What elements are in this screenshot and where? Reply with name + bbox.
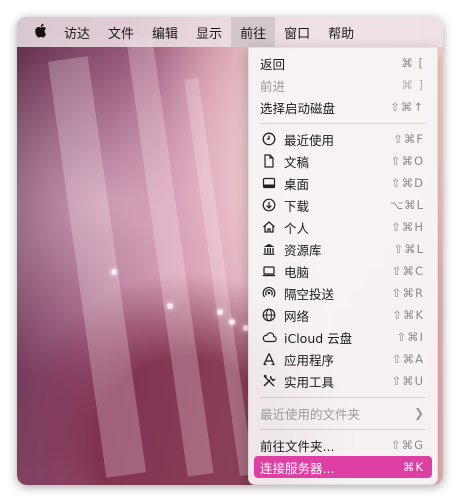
airdrop-icon	[260, 286, 278, 300]
menu-item-shortcut: ⌘ ]	[401, 78, 424, 92]
menu-item-shortcut: ⇧⌘K	[392, 308, 424, 322]
menu-item-select-startup-disk[interactable]: 选择启动磁盘 ⇧⌘↑	[254, 96, 432, 118]
library-icon	[260, 242, 278, 256]
menu-edit[interactable]: 编辑	[143, 17, 187, 47]
menu-item-connect-to-server[interactable]: 连接服务器... ⌘K	[254, 456, 432, 478]
menu-item-shortcut: ⇧⌘U	[391, 374, 424, 388]
menu-item-label: iCloud 云盘	[284, 330, 353, 346]
menu-separator	[260, 123, 426, 124]
menu-item-label: 文稿	[284, 154, 310, 170]
menu-item-label: 连接服务器...	[260, 460, 335, 476]
menu-item-label: 返回	[260, 56, 286, 72]
computer-icon	[260, 264, 278, 278]
menu-item-shortcut: ⇧⌘I	[396, 330, 424, 344]
menu-item-applications[interactable]: 应用程序 ⇧⌘A	[254, 348, 432, 370]
menu-item-documents[interactable]: 文稿 ⇧⌘O	[254, 150, 432, 172]
menu-item-shortcut: ⌘K	[402, 460, 424, 474]
download-icon	[260, 198, 278, 212]
menu-item-label: 选择启动磁盘	[260, 100, 336, 116]
menu-item-label: 实用工具	[284, 374, 335, 390]
menu-item-shortcut: ⇧⌘C	[391, 264, 424, 278]
menu-item-airdrop[interactable]: 隔空投送 ⇧⌘R	[254, 282, 432, 304]
go-dropdown-menu: 返回 ⌘ [ 前进 ⌘ ] 选择启动磁盘 ⇧⌘↑ 最近使用 ⇧⌘F 文稿 ⇧⌘O	[248, 47, 438, 485]
menu-item-shortcut: ⌘ [	[401, 56, 424, 70]
chevron-right-icon: ❯	[413, 406, 424, 420]
icloud-icon	[260, 330, 278, 344]
applications-icon	[260, 352, 278, 366]
menu-item-label: 最近使用	[284, 132, 335, 148]
menu-item-network[interactable]: 网络 ⇧⌘K	[254, 304, 432, 326]
menu-view[interactable]: 显示	[187, 17, 231, 47]
apple-menu[interactable]	[17, 17, 55, 47]
menu-item-shortcut: ⇧⌘H	[391, 220, 424, 234]
wallpaper-sparkle	[111, 269, 117, 275]
menu-item-shortcut: ⇧⌘O	[390, 154, 424, 168]
menu-item-go-to-folder[interactable]: 前往文件夹... ⇧⌘G	[254, 434, 432, 456]
menu-item-label: 下载	[284, 198, 310, 214]
network-icon	[260, 308, 278, 322]
menu-item-recent-folders: 最近使用的文件夹 ❯	[254, 402, 432, 424]
wallpaper-sparkle	[229, 319, 235, 325]
wallpaper-sparkle	[217, 309, 223, 315]
menu-item-icloud-drive[interactable]: iCloud 云盘 ⇧⌘I	[254, 326, 432, 348]
menu-item-downloads[interactable]: 下载 ⌥⌘L	[254, 194, 432, 216]
menu-item-back[interactable]: 返回 ⌘ [	[254, 52, 432, 74]
utilities-icon	[260, 374, 278, 388]
menu-item-label: 资源库	[284, 242, 322, 258]
menu-bar: 访达 文件 编辑 显示 前往 窗口 帮助	[17, 17, 443, 47]
menu-item-label: 前进	[260, 78, 286, 94]
clock-icon	[260, 132, 278, 146]
menu-item-forward: 前进 ⌘ ]	[254, 74, 432, 96]
menu-item-shortcut: ⇧⌘D	[391, 176, 424, 190]
menu-item-label: 隔空投送	[284, 286, 335, 302]
menu-item-desktop[interactable]: 桌面 ⇧⌘D	[254, 172, 432, 194]
menu-item-shortcut: ⇧⌘A	[391, 352, 424, 366]
desktop-icon	[260, 176, 278, 190]
menu-item-shortcut: ⇧⌘L	[393, 242, 424, 256]
menu-item-utilities[interactable]: 实用工具 ⇧⌘U	[254, 370, 432, 392]
menu-item-computer[interactable]: 电脑 ⇧⌘C	[254, 260, 432, 282]
home-icon	[260, 220, 278, 234]
menu-help[interactable]: 帮助	[319, 17, 363, 47]
menu-item-shortcut: ⇧⌘G	[390, 438, 424, 452]
menu-item-home[interactable]: 个人 ⇧⌘H	[254, 216, 432, 238]
menu-separator	[260, 397, 426, 398]
menu-item-label: 最近使用的文件夹	[260, 406, 361, 422]
menu-item-library[interactable]: 资源库 ⇧⌘L	[254, 238, 432, 260]
menu-window[interactable]: 窗口	[275, 17, 319, 47]
menu-item-label: 个人	[284, 220, 310, 236]
menu-file[interactable]: 文件	[99, 17, 143, 47]
menu-item-label: 电脑	[284, 264, 310, 280]
wallpaper-sparkle	[167, 303, 173, 309]
menu-item-recents[interactable]: 最近使用 ⇧⌘F	[254, 128, 432, 150]
menu-item-label: 网络	[284, 308, 310, 324]
menu-item-shortcut: ⇧⌘R	[391, 286, 424, 300]
menu-finder[interactable]: 访达	[55, 17, 99, 47]
menu-item-label: 前往文件夹...	[260, 438, 335, 454]
menu-item-shortcut: ⇧⌘↑	[390, 100, 424, 114]
menu-item-shortcut: ⌥⌘L	[389, 198, 424, 212]
menu-go[interactable]: 前往	[231, 17, 276, 47]
desktop-window: 访达 文件 编辑 显示 前往 窗口 帮助 返回 ⌘ [ 前进 ⌘ ] 选择启动磁…	[17, 17, 443, 485]
apple-logo-icon	[34, 23, 47, 42]
menu-separator	[260, 429, 426, 430]
document-icon	[260, 154, 278, 168]
menu-item-label: 应用程序	[284, 352, 335, 368]
menu-item-label: 桌面	[284, 176, 310, 192]
menu-item-shortcut: ⇧⌘F	[393, 132, 424, 146]
